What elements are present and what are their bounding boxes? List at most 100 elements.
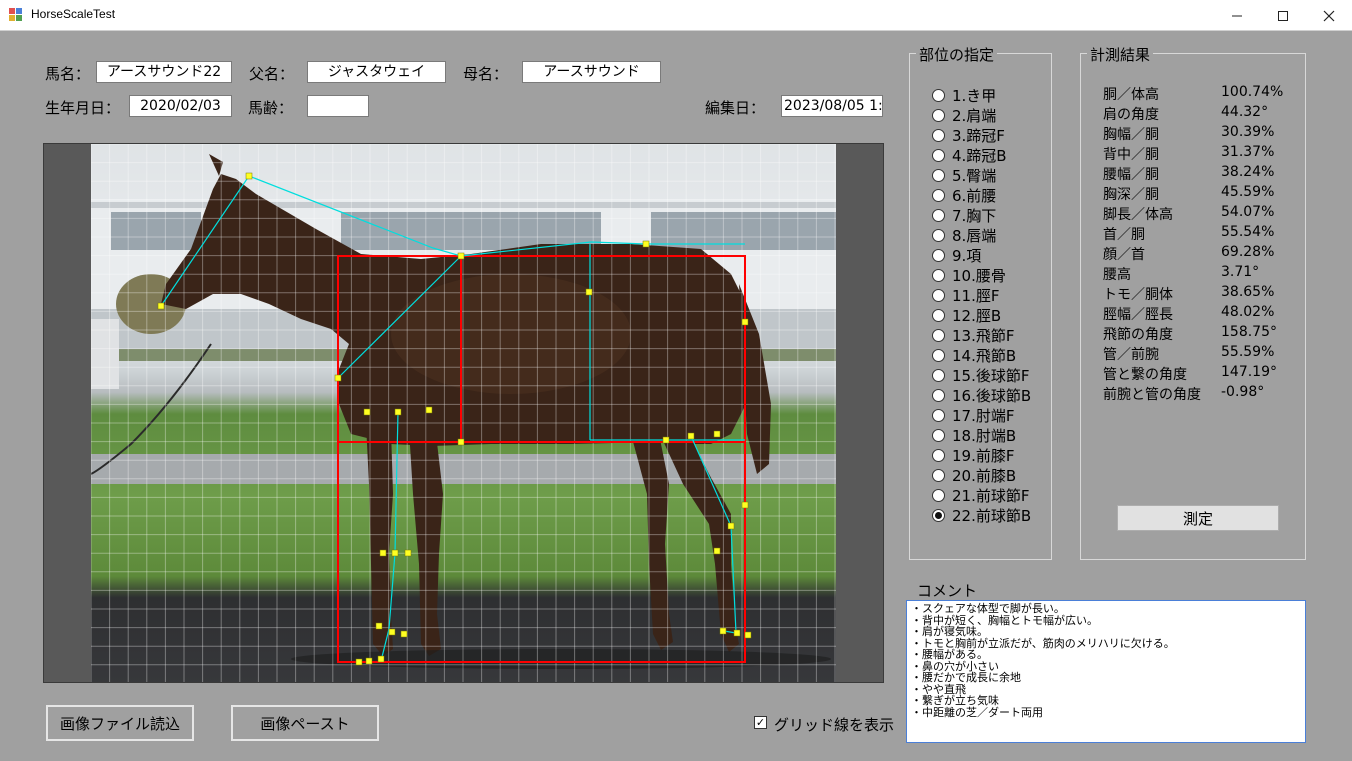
result-row: 胸深／胴 45.59% xyxy=(1103,184,1303,204)
birthdate-field[interactable]: 2020/02/03 xyxy=(129,95,232,117)
part-label: 7.胸下 xyxy=(952,206,997,225)
landmark-marker[interactable] xyxy=(733,629,741,637)
part-radio-item[interactable]: 18.肘端B xyxy=(932,425,1016,445)
landmark-marker[interactable] xyxy=(375,622,383,630)
minimize-icon[interactable] xyxy=(1214,0,1260,31)
radio-button[interactable] xyxy=(932,508,945,522)
landmark-marker[interactable] xyxy=(713,547,721,555)
landmark-marker[interactable] xyxy=(391,549,399,557)
age-field[interactable] xyxy=(307,95,369,117)
radio-button[interactable] xyxy=(932,408,945,422)
sire-field[interactable]: ジャスタウェイ xyxy=(307,61,446,83)
part-label: 21.前球節F xyxy=(952,486,1030,505)
edit-date-field[interactable]: 2023/08/05 1: xyxy=(781,95,883,117)
part-radio-item[interactable]: 6.前腰 xyxy=(932,185,996,205)
radio-button[interactable] xyxy=(932,108,945,122)
landmark-marker[interactable] xyxy=(377,655,385,663)
part-radio-item[interactable]: 14.飛節B xyxy=(932,345,1016,365)
landmark-marker[interactable] xyxy=(363,408,371,416)
part-radio-item[interactable]: 11.脛F xyxy=(932,285,999,305)
paste-image-button[interactable]: 画像ペースト xyxy=(231,705,379,741)
grid-checkbox[interactable]: ✓ xyxy=(754,716,767,729)
maximize-icon[interactable] xyxy=(1260,0,1306,31)
grid-checkbox-label[interactable]: グリッド線を表示 xyxy=(774,714,894,735)
radio-button[interactable] xyxy=(932,128,945,142)
landmark-marker[interactable] xyxy=(365,657,373,665)
parts-group-title: 部位の指定 xyxy=(916,44,998,65)
landmark-marker[interactable] xyxy=(400,630,408,638)
radio-button[interactable] xyxy=(932,248,945,262)
part-radio-item[interactable]: 20.前膝B xyxy=(932,465,1016,485)
landmark-marker[interactable] xyxy=(334,374,342,382)
landmark-marker[interactable] xyxy=(662,436,670,444)
radio-button[interactable] xyxy=(932,348,945,362)
part-label: 4.蹄冠B xyxy=(952,146,1007,165)
image-canvas[interactable] xyxy=(43,143,884,683)
radio-button[interactable] xyxy=(932,168,945,182)
landmark-marker[interactable] xyxy=(741,501,749,509)
comment-textarea[interactable]: ・スクェアな体型で脚が長い。 ・背中が短く、胸幅とトモ幅が広い。 ・肩が寝気味。 ・ト… xyxy=(906,600,1306,743)
landmark-marker[interactable] xyxy=(713,430,721,438)
part-radio-item[interactable]: 5.臀端 xyxy=(932,165,996,185)
landmark-marker[interactable] xyxy=(727,522,735,530)
part-radio-item[interactable]: 7.胸下 xyxy=(932,205,996,225)
part-radio-item[interactable]: 12.脛B xyxy=(932,305,1001,325)
landmark-marker[interactable] xyxy=(744,631,752,639)
part-radio-item[interactable]: 16.後球節B xyxy=(932,385,1031,405)
part-radio-item[interactable]: 4.蹄冠B xyxy=(932,145,1007,165)
part-radio-item[interactable]: 2.肩端 xyxy=(932,105,996,125)
part-radio-item[interactable]: 8.唇端 xyxy=(932,225,996,245)
part-label: 5.臀端 xyxy=(952,166,997,185)
landmark-marker[interactable] xyxy=(355,658,363,666)
radio-button[interactable] xyxy=(932,368,945,382)
radio-button[interactable] xyxy=(932,188,945,202)
landmark-marker[interactable] xyxy=(388,628,396,636)
part-radio-item[interactable]: 21.前球節F xyxy=(932,485,1029,505)
result-row: 胸幅／胴 30.39% xyxy=(1103,124,1303,144)
part-label: 13.飛節F xyxy=(952,326,1015,345)
landmark-marker[interactable] xyxy=(719,627,727,635)
age-label: 馬齢： xyxy=(248,99,294,117)
landmark-marker[interactable] xyxy=(404,549,412,557)
radio-button[interactable] xyxy=(932,208,945,222)
radio-button[interactable] xyxy=(932,148,945,162)
radio-button[interactable] xyxy=(932,228,945,242)
result-value: 69.28% xyxy=(1221,244,1275,260)
landmark-marker[interactable] xyxy=(741,318,749,326)
landmark-marker[interactable] xyxy=(585,288,593,296)
landmark-marker[interactable] xyxy=(379,549,387,557)
part-radio-item[interactable]: 9.項 xyxy=(932,245,981,265)
radio-button[interactable] xyxy=(932,88,945,102)
part-radio-item[interactable]: 13.飛節F xyxy=(932,325,1014,345)
part-radio-item[interactable]: 17.肘端F xyxy=(932,405,1014,425)
part-radio-item[interactable]: 22.前球節B xyxy=(932,505,1031,525)
landmark-marker[interactable] xyxy=(157,302,165,310)
part-radio-item[interactable]: 10.腰骨 xyxy=(932,265,1006,285)
radio-button[interactable] xyxy=(932,428,945,442)
part-radio-item[interactable]: 19.前膝F xyxy=(932,445,1014,465)
part-radio-item[interactable]: 15.後球節F xyxy=(932,365,1029,385)
radio-button[interactable] xyxy=(932,388,945,402)
horse-name-field[interactable]: アースサウンド22 xyxy=(96,61,232,83)
landmark-marker[interactable] xyxy=(394,408,402,416)
radio-button[interactable] xyxy=(932,268,945,282)
landmark-marker[interactable] xyxy=(642,240,650,248)
radio-button[interactable] xyxy=(932,328,945,342)
close-icon[interactable] xyxy=(1306,0,1352,31)
radio-button[interactable] xyxy=(932,308,945,322)
landmark-marker[interactable] xyxy=(425,406,433,414)
radio-button[interactable] xyxy=(932,488,945,502)
radio-button[interactable] xyxy=(932,448,945,462)
landmark-marker[interactable] xyxy=(457,438,465,446)
load-image-button[interactable]: 画像ファイル読込 xyxy=(46,705,194,741)
landmark-marker[interactable] xyxy=(245,172,253,180)
radio-button[interactable] xyxy=(932,288,945,302)
landmark-marker[interactable] xyxy=(457,252,465,260)
result-row: トモ／胴体 38.65% xyxy=(1103,284,1303,304)
landmark-marker[interactable] xyxy=(687,432,695,440)
part-radio-item[interactable]: 3.蹄冠F xyxy=(932,125,1005,145)
part-radio-item[interactable]: 1.き甲 xyxy=(932,85,996,105)
radio-button[interactable] xyxy=(932,468,945,482)
measure-button[interactable]: 測定 xyxy=(1117,505,1279,531)
dam-field[interactable]: アースサウンド xyxy=(522,61,661,83)
